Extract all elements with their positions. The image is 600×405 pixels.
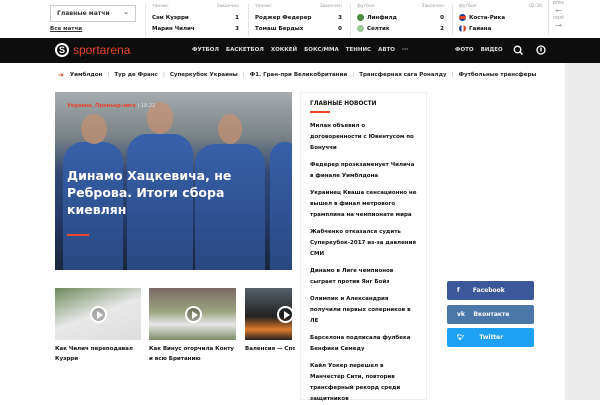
play-icon <box>276 306 292 323</box>
nav-item-football[interactable]: ФУТБОЛ <box>192 47 219 53</box>
trending-link[interactable]: Ф1. Гран-при Великобритании <box>250 72 347 78</box>
video-thumbnail[interactable] <box>149 288 236 340</box>
video-thumbnail[interactable] <box>245 288 292 340</box>
team-score: 3 <box>338 14 342 21</box>
nav-more-button[interactable]: ··· <box>402 47 408 53</box>
trending-link[interactable]: Трансферная сага Роналду <box>359 72 446 78</box>
nav-item-boxing[interactable]: БОКС/ММА <box>304 47 339 53</box>
news-item[interactable]: Кайл Уокер перешел в Манчестер Сити, пов… <box>310 361 417 405</box>
vkontakte-button[interactable]: vk Вконтакте <box>447 305 534 324</box>
user-icon[interactable] <box>536 45 546 55</box>
arrow-right-icon: ➜ <box>58 71 64 79</box>
team-name: Линфилд <box>367 15 398 21</box>
logo-icon: S <box>55 43 69 57</box>
match-card[interactable]: футбол Закончен Линфилд 0 Селтик 2 <box>350 4 450 36</box>
flag-icon <box>459 25 466 32</box>
team-name: Гаиана <box>469 26 492 32</box>
team-logo-icon <box>357 14 364 21</box>
team-score: 3 <box>235 25 239 32</box>
news-item[interactable]: Милан объявил о договоренности с Ювентус… <box>310 121 417 154</box>
news-item[interactable]: Барселона подписала фулбека Бенфики Семе… <box>310 333 417 355</box>
trending-link[interactable]: Уимблдон <box>70 72 102 78</box>
video-caption[interactable]: Как Чилич переподавал Куэрри <box>55 344 140 364</box>
match-card[interactable]: футбол 02:30 Коста-Рика Гаиана <box>452 4 548 36</box>
team-name: Томаш Бердых <box>255 25 304 32</box>
team-score: 0 <box>338 25 342 32</box>
team-logo-icon <box>357 25 364 32</box>
article-tag[interactable]: Украина. Премьер-лига | 18:22 <box>67 103 155 109</box>
team-score: 0 <box>440 14 444 21</box>
hero-title[interactable]: Динамо Хацкевича, не Реброва. Итоги сбор… <box>67 167 267 218</box>
play-icon <box>184 306 202 323</box>
all-matches-link[interactable]: Все матчи <box>50 26 82 32</box>
match-status: Закончен <box>319 4 342 9</box>
match-card[interactable]: теннис Закончен Роджер Федерер 3 Томаш Бер… <box>248 4 348 36</box>
news-heading: ГЛАВНЫЕ НОВОСТИ <box>310 101 377 107</box>
nav-item-photo[interactable]: ФОТО <box>455 47 474 53</box>
nav-right: ФОТО ВИДЕО <box>455 47 503 53</box>
accent-line <box>310 111 330 113</box>
team-name: Селтик <box>367 26 390 32</box>
team-name: Коста-Рика <box>469 15 506 21</box>
nav-item-auto[interactable]: АВТО <box>378 47 395 53</box>
twitter-icon: 🐦︎ <box>457 334 465 341</box>
trending-link[interactable]: Футбольные трансферы <box>459 72 537 78</box>
matches-dropdown[interactable]: Главные матчи ⌄ <box>50 5 136 22</box>
team-name: Сэм Куэрри <box>152 14 189 21</box>
trending-link[interactable]: Тур де Франс <box>114 72 157 78</box>
trending-link[interactable]: Суперкубок Украины <box>170 72 238 78</box>
match-card[interactable]: теннис Закончен Сэм Куэрри 1 Марин Чилич 3 <box>145 4 245 36</box>
video-caption[interactable]: Как Винус огорчила Конту и всю Британию <box>149 344 234 364</box>
twitter-button[interactable]: 🐦︎ Twitter <box>447 328 534 347</box>
video-caption[interactable]: Валенсия — Спо <box>245 344 295 354</box>
nav-item-tennis[interactable]: ТЕННИС <box>346 47 371 53</box>
right-gutter <box>565 63 600 400</box>
match-status: Закончен <box>421 4 444 9</box>
article-time: 18:22 <box>140 103 156 109</box>
site-logo[interactable]: Ssportarena <box>55 43 130 57</box>
team-name: Марин Чилич <box>152 25 195 32</box>
news-item[interactable]: Украинец Кваша сенсационно не вышел в фи… <box>310 188 417 221</box>
match-status: Закончен <box>216 4 239 9</box>
arrow-left-icon[interactable]: ← <box>549 6 568 15</box>
dropdown-value: Главные матчи <box>57 10 110 17</box>
vk-icon: vk <box>457 311 465 318</box>
top-news-panel: ГЛАВНЫЕ НОВОСТИ Милан объявил о договоре… <box>300 92 427 402</box>
logo-text: sportarena <box>73 43 131 57</box>
video-thumbnail[interactable] <box>55 288 141 340</box>
scores-pager: prev ← next → <box>548 0 568 36</box>
news-item[interactable]: Жабченко отказался судить Суперкубок-201… <box>310 227 417 260</box>
search-icon[interactable] <box>513 45 523 55</box>
nav-item-hockey[interactable]: ХОККЕЙ <box>271 47 297 53</box>
news-item[interactable]: Олимпик и Александрия получили первых со… <box>310 294 417 327</box>
flag-icon <box>459 14 466 21</box>
news-item[interactable]: Федерер проэкзаменует Чилича в финале Уи… <box>310 160 417 182</box>
nav-menu: ФУТБОЛ БАСКЕТБОЛ ХОККЕЙ БОКС/ММА ТЕННИС … <box>192 47 408 53</box>
nav-item-basketball[interactable]: БАСКЕТБОЛ <box>226 47 264 53</box>
trending-bar: ➜ Уимблдон | Тур де Франс | Суперкубок Укр… <box>58 71 537 79</box>
news-item[interactable]: Динамо в Лиге чемпионов сыграет против Я… <box>310 266 417 288</box>
hero-article[interactable]: Украина. Премьер-лига | 18:22 Динамо Хац… <box>55 92 292 270</box>
team-name: Роджер Федерер <box>255 14 312 21</box>
facebook-button[interactable]: f Facebook <box>447 281 534 300</box>
team-score: 2 <box>440 25 444 32</box>
nav-item-video[interactable]: ВИДЕО <box>481 47 503 53</box>
team-score: 1 <box>235 14 239 21</box>
match-status: 02:30 <box>529 4 542 9</box>
arrow-right-icon[interactable]: → <box>549 21 568 30</box>
accent-line <box>67 234 89 236</box>
chevron-down-icon: ⌄ <box>123 8 129 16</box>
play-icon <box>90 306 107 323</box>
